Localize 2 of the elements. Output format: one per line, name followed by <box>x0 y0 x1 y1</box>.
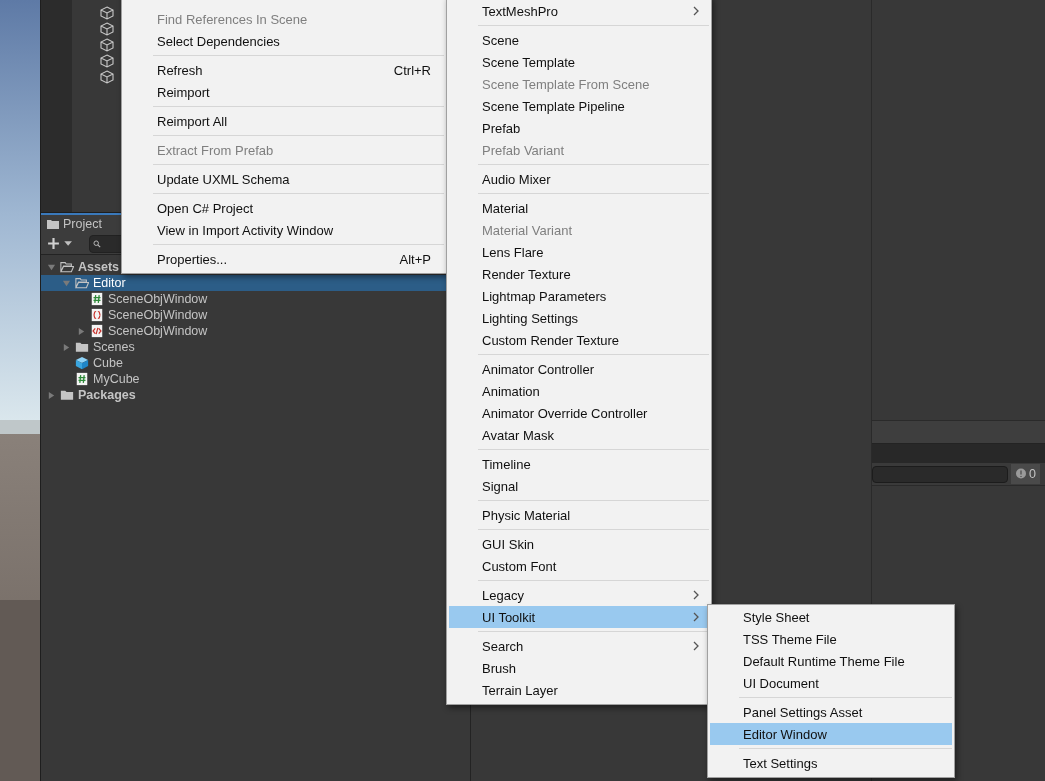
shortcut-label: Alt+P <box>399 251 432 267</box>
shortcut-label: Ctrl+R <box>393 62 432 78</box>
